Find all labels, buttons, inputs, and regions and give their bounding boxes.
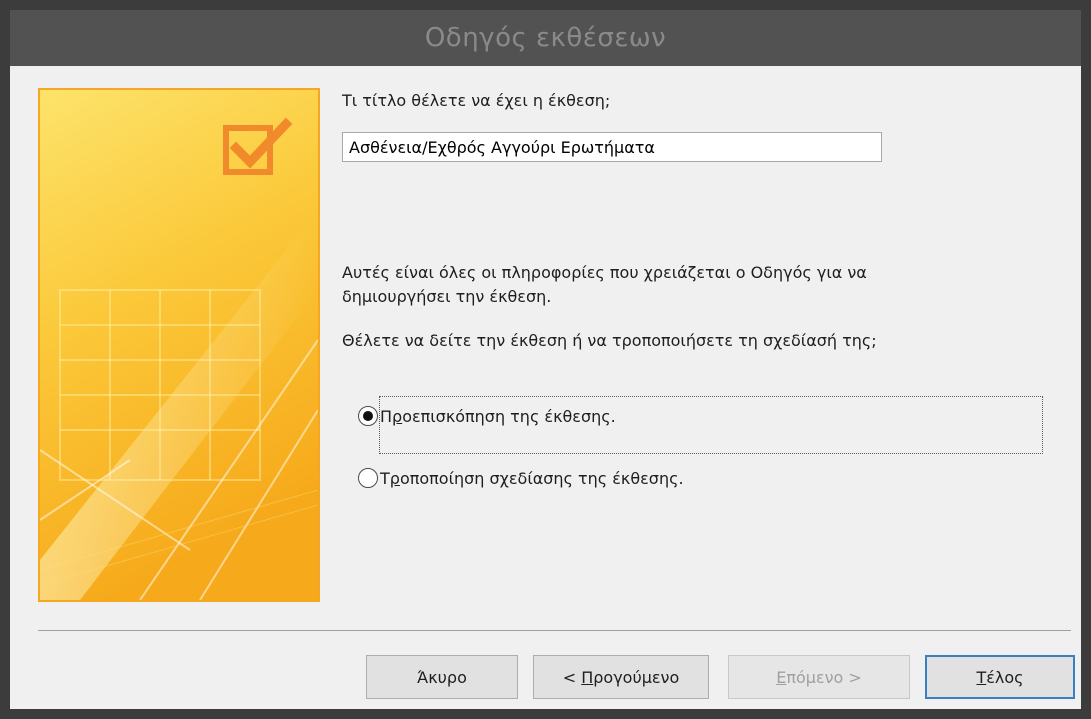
cancel-button[interactable]: Άκυρο [366,655,518,699]
view-or-modify-question: Θέλετε να δείτε την έκθεση ή να τροποποι… [342,331,877,350]
window-titlebar[interactable]: Οδηγός εκθέσεων [10,10,1081,66]
radio-modify-label: Τροποποίηση σχεδίασης της έκθεσης. [380,468,684,488]
radio-button-icon[interactable] [358,468,378,488]
info-text-line-1: Αυτές είναι όλες οι πληροφορίες που χρει… [342,263,867,282]
radio-button-icon[interactable] [358,406,378,426]
finish-button[interactable]: Τέλος [925,655,1075,699]
report-title-input[interactable] [342,132,882,162]
wizard-client-area: Τι τίτλο θέλετε να έχει η έκθεση; Αυτές … [10,66,1081,709]
title-prompt: Τι τίτλο θέλετε να έχει η έκθεση; [342,91,611,110]
wizard-illustration [38,88,320,602]
window-title: Οδηγός εκθέσεων [424,23,667,53]
radio-modify-design[interactable]: Τροποποίηση σχεδίασης της έκθεσης. [358,468,684,488]
radio-preview-report[interactable]: Προεπισκόπηση της έκθεσης. [358,406,616,426]
radio-selected-dot [363,411,373,421]
button-separator [38,630,1071,631]
radio-preview-label: Προεπισκόπηση της έκθεσης. [380,406,616,426]
info-text-line-2: δημιουργήσει την έκθεση. [342,287,552,306]
window-frame: Οδηγός εκθέσεων Τι τίτλο θέλετε να έχει … [0,0,1091,719]
next-button[interactable]: Επόμενο > [728,655,910,699]
back-button[interactable]: < Προγούμενο [533,655,709,699]
